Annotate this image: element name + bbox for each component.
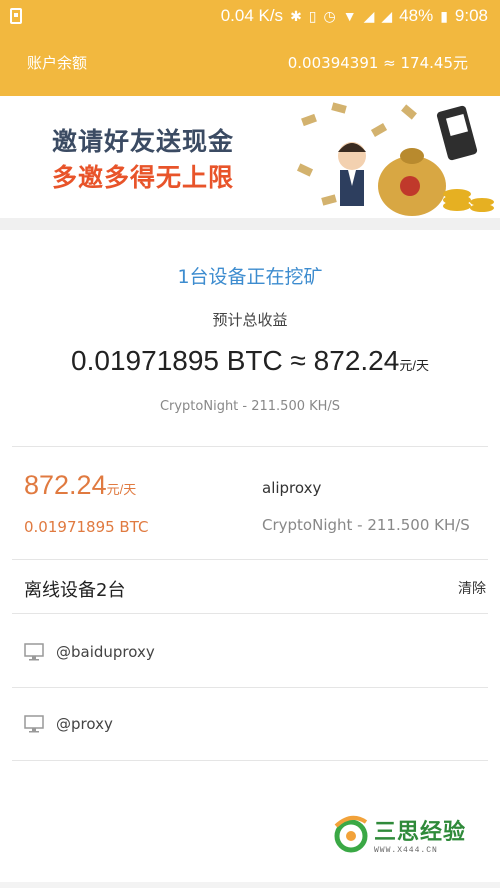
banner-subheadline: 多邀多得无上限 — [52, 163, 235, 192]
watermark-text: 三思经验 — [374, 820, 467, 845]
account-balance: 0.00394391 ≈ 174.45元 — [287, 54, 468, 72]
banner-headline: 邀请好友送现金 — [52, 127, 235, 156]
status-time: 9:08 — [454, 6, 488, 25]
offline-device-name: @proxy — [56, 715, 113, 733]
device-rate-amount: 872.24 — [24, 470, 107, 500]
device-btc-amount: 0.01971895 BTC — [24, 518, 149, 536]
alarm-icon: ◷ — [323, 7, 336, 24]
divider — [12, 760, 488, 761]
offline-device-row[interactable]: @baiduproxy — [24, 640, 484, 664]
vibrate-icon: ▯ — [308, 7, 317, 24]
device-daily-rate: 872.24元/天 — [24, 470, 136, 501]
estimated-earnings-label: 预计总收益 — [212, 311, 288, 329]
divider — [12, 559, 488, 560]
page-title: 账户余额 — [27, 54, 88, 72]
watermark-url: WWW.X444.CN — [374, 846, 438, 855]
status-bar-right: 0.04 K/s ✱ ▯ ◷ ▼ ◢ ◢ 48% ▮ 9:08 — [221, 4, 488, 28]
battery-percent: 48% — [399, 6, 434, 25]
estimated-earnings-unit: 元/天 — [399, 358, 429, 373]
battery-icon: ▮ — [440, 7, 448, 24]
banner-illustration — [296, 102, 494, 216]
device-name[interactable]: aliproxy — [262, 479, 321, 497]
monitor-icon — [24, 715, 44, 733]
account-header: 账户余额 0.00394391 ≈ 174.45元 — [0, 32, 500, 96]
estimated-earnings-amount: 0.01971895 BTC ≈ 872.24 — [71, 345, 400, 376]
status-bar: 0.04 K/s ✱ ▯ ◷ ▼ ◢ ◢ 48% ▮ 9:08 — [0, 0, 500, 32]
watermark: 三思经验 WWW.X444.CN — [330, 812, 490, 860]
divider — [12, 446, 488, 447]
monitor-icon — [24, 643, 44, 661]
signal-icon-2: ◢ — [381, 7, 393, 24]
offline-device-row[interactable]: @proxy — [24, 712, 484, 736]
watermark-logo-icon — [334, 815, 368, 853]
divider — [12, 613, 488, 614]
section-divider — [0, 218, 500, 230]
clear-button[interactable]: 清除 — [458, 578, 486, 598]
estimated-earnings-value: 0.01971895 BTC ≈ 872.24元/天 — [0, 345, 500, 377]
device-rate-unit: 元/天 — [106, 482, 137, 497]
offline-devices-title: 离线设备2台 — [24, 580, 126, 601]
bottom-divider — [0, 882, 500, 888]
network-speed: 0.04 K/s — [220, 6, 284, 25]
bluetooth-icon: ✱ — [290, 7, 302, 24]
offline-device-name: @baiduproxy — [56, 643, 155, 661]
device-hashrate: CryptoNight - 211.500 KH/S — [262, 516, 470, 534]
signal-icon: ◢ — [363, 7, 375, 24]
mining-device-count: 1台设备正在挖矿 — [177, 266, 323, 288]
invite-banner[interactable]: 邀请好友送现金 多邀多得无上限 — [0, 96, 500, 218]
notification-icon — [10, 8, 22, 24]
wifi-icon: ▼ — [342, 8, 357, 24]
total-hashrate: CryptoNight - 211.500 KH/S — [159, 399, 341, 414]
divider — [12, 687, 488, 688]
